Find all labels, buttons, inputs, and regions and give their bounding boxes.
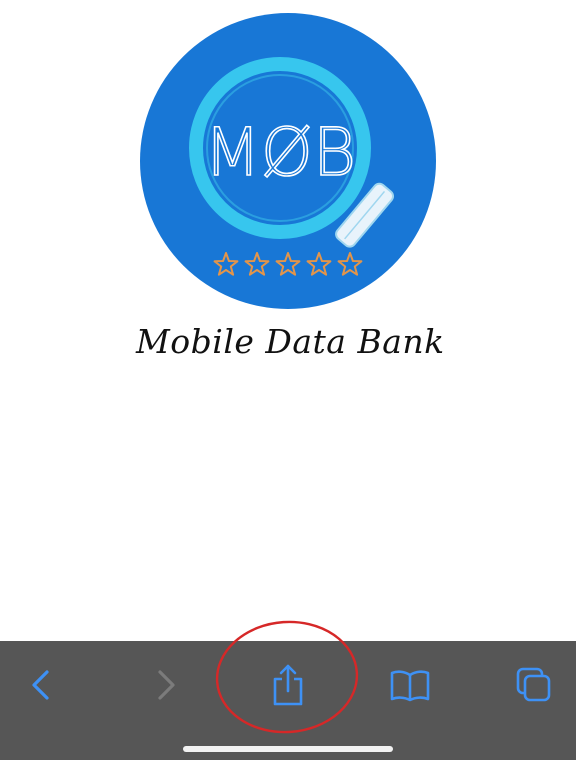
mdb-logo: MØB bbox=[138, 12, 438, 310]
tabs-button[interactable] bbox=[510, 661, 558, 709]
bookmarks-button[interactable] bbox=[386, 661, 434, 709]
tabs-icon bbox=[516, 667, 551, 702]
share-icon bbox=[273, 664, 303, 706]
book-open-icon bbox=[390, 670, 430, 702]
forward-button[interactable] bbox=[142, 661, 190, 709]
browser-toolbar bbox=[0, 641, 576, 760]
logo-letters: MØB bbox=[204, 114, 356, 191]
chevron-left-icon bbox=[32, 670, 49, 700]
home-indicator bbox=[183, 746, 393, 752]
tagline: Mobile Data Bank bbox=[136, 322, 445, 361]
magnifier-logo-icon: MØB bbox=[140, 13, 436, 309]
back-button[interactable] bbox=[17, 661, 65, 709]
share-button[interactable] bbox=[264, 661, 312, 709]
chevron-right-icon bbox=[158, 670, 175, 700]
safari-page: MØB Mobile Data Bank bbox=[0, 0, 576, 760]
